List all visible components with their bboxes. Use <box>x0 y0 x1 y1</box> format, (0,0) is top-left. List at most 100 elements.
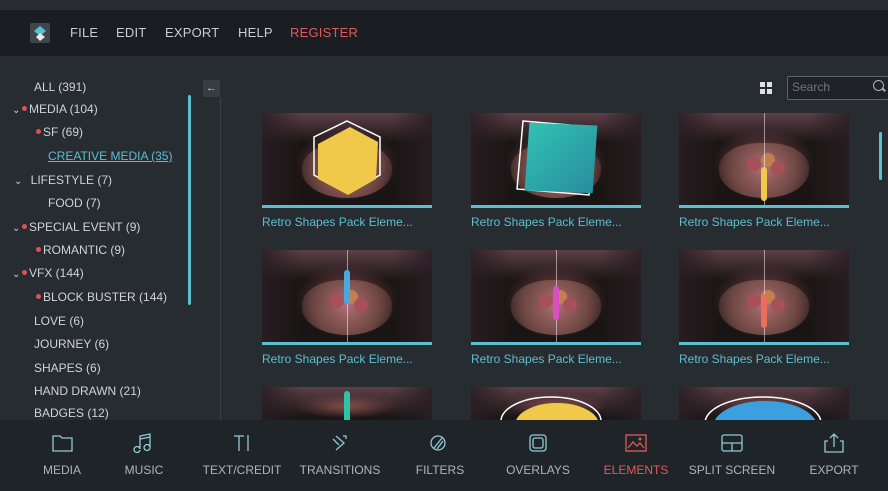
folder-icon <box>52 435 73 452</box>
tool-label: MEDIA <box>42 463 81 477</box>
search-box[interactable]: Search <box>787 76 888 100</box>
element-thumbnail[interactable] <box>262 113 432 205</box>
menu-help[interactable]: HELP <box>238 25 273 40</box>
category-label: SF (69) <box>43 125 84 139</box>
content-scrollbar[interactable] <box>879 132 882 180</box>
menu-edit[interactable]: EDIT <box>116 25 146 40</box>
red-dot-icon <box>22 270 27 276</box>
tool-music[interactable]: MUSIC <box>106 420 182 491</box>
element-thumbnail[interactable] <box>679 387 849 420</box>
category-all[interactable]: ALL (391) <box>34 78 86 96</box>
red-dot-icon <box>36 247 41 253</box>
tile-underline <box>679 205 849 208</box>
category-lifestyle[interactable]: ⌄ LIFESTYLE (7) <box>14 171 112 189</box>
category-label: JOURNEY (6) <box>34 337 110 351</box>
tool-label: OVERLAYS <box>506 463 570 477</box>
arrow-left-icon: ← <box>206 82 217 94</box>
tool-export[interactable]: EXPORT <box>796 420 872 491</box>
red-dot-icon <box>22 106 27 112</box>
category-romantic[interactable]: ROMANTIC (9) <box>36 241 125 259</box>
category-block-buster[interactable]: BLOCK BUSTER (144) <box>36 288 167 306</box>
tool-label: EXPORT <box>809 463 859 477</box>
red-dot-icon <box>36 294 41 300</box>
bottom-toolbar: MEDIA MUSIC TEXT/CREDIT TRANSITIONS FILT… <box>0 420 888 491</box>
category-vfx[interactable]: ⌄ VFX (144) <box>12 264 84 282</box>
chevron-down-icon[interactable]: ⌄ <box>14 173 24 191</box>
tool-elements[interactable]: ELEMENTS <box>594 420 678 491</box>
category-label: HAND DRAWN (21) <box>34 384 141 398</box>
element-thumbnail[interactable] <box>679 113 849 205</box>
tile-underline <box>262 205 432 208</box>
red-dot-icon <box>36 129 41 135</box>
tool-overlays[interactable]: OVERLAYS <box>498 420 578 491</box>
chevron-down-icon[interactable]: ⌄ <box>12 266 22 284</box>
search-icon[interactable] <box>873 80 884 91</box>
search-input[interactable]: Search <box>792 80 830 94</box>
category-badges[interactable]: BADGES (12) <box>34 404 109 420</box>
category-hand-drawn[interactable]: HAND DRAWN (21) <box>34 382 141 400</box>
image-icon <box>625 434 647 452</box>
tile-underline <box>679 342 849 345</box>
category-label: LOVE (6) <box>34 314 85 328</box>
category-special-event[interactable]: ⌄ SPECIAL EVENT (9) <box>12 218 140 236</box>
grid-view-icon[interactable] <box>760 82 772 94</box>
text-cursor-icon <box>234 435 249 451</box>
category-shapes[interactable]: SHAPES (6) <box>34 359 101 377</box>
tool-split-screen[interactable]: SPLIT SCREEN <box>684 420 780 491</box>
tool-label: SPLIT SCREEN <box>688 463 776 477</box>
chevron-down-icon[interactable]: ⌄ <box>12 102 22 120</box>
category-love[interactable]: LOVE (6) <box>34 312 84 330</box>
category-sidebar: ALL (391) ⌄ MEDIA (104) SF (69) CREATIVE … <box>0 56 196 420</box>
category-label: LIFESTYLE (7) <box>30 173 113 187</box>
tool-label: MUSIC <box>124 463 164 477</box>
category-label: ROMANTIC (9) <box>43 243 125 257</box>
category-media[interactable]: ⌄ MEDIA (104) <box>12 100 98 118</box>
element-thumbnail[interactable] <box>471 387 641 420</box>
filter-icon <box>430 435 446 451</box>
category-label: BADGES (12) <box>34 406 109 420</box>
tile-caption: Retro Shapes Pack Eleme... <box>471 215 622 229</box>
menu-register[interactable]: REGISTER <box>290 25 358 40</box>
element-thumbnail[interactable] <box>262 250 432 342</box>
split-screen-icon <box>721 434 743 452</box>
category-creative-media[interactable]: CREATIVE MEDIA (35) <box>48 147 172 165</box>
share-icon <box>824 433 844 453</box>
collapse-sidebar-button[interactable]: ← <box>203 80 220 97</box>
category-journey[interactable]: JOURNEY (6) <box>34 335 109 353</box>
category-food[interactable]: FOOD (7) <box>48 194 101 212</box>
tile-underline <box>471 205 641 208</box>
tile-caption: Retro Shapes Pack Eleme... <box>262 352 413 366</box>
tile-caption: Retro Shapes Pack Eleme... <box>262 215 413 229</box>
overlay-icon <box>529 434 547 452</box>
tool-label: TEXT/CREDIT <box>202 463 282 477</box>
element-thumbnail[interactable] <box>262 387 432 420</box>
element-thumbnail[interactable] <box>471 250 641 342</box>
menu-export[interactable]: EXPORT <box>165 25 219 40</box>
tool-transitions[interactable]: TRANSITIONS <box>292 420 388 491</box>
tool-label: TRANSITIONS <box>299 463 381 477</box>
tile-caption: Retro Shapes Pack Eleme... <box>679 352 830 366</box>
element-thumbnail[interactable] <box>471 113 641 205</box>
category-sf[interactable]: SF (69) <box>36 123 83 141</box>
category-label: ALL (391) <box>34 80 87 94</box>
tile-caption: Retro Shapes Pack Eleme... <box>679 215 830 229</box>
app-window: FILE EDIT EXPORT HELP REGISTER ALL (391)… <box>0 0 888 491</box>
category-label: MEDIA (104) <box>29 102 98 116</box>
sidebar-scrollbar[interactable] <box>188 95 191 305</box>
tile-underline <box>471 342 641 345</box>
tool-label: ELEMENTS <box>603 463 669 477</box>
tile-caption: Retro Shapes Pack Eleme... <box>471 352 622 366</box>
menu-bar: FILE EDIT EXPORT HELP REGISTER <box>0 10 888 56</box>
menu-file[interactable]: FILE <box>70 25 98 40</box>
chevron-down-icon[interactable]: ⌄ <box>12 220 22 238</box>
tool-text-credit[interactable]: TEXT/CREDIT <box>196 420 288 491</box>
category-label: VFX (144) <box>29 266 84 280</box>
app-logo-icon <box>30 23 50 43</box>
category-label: SHAPES (6) <box>34 361 101 375</box>
tool-filters[interactable]: FILTERS <box>402 420 478 491</box>
transition-icon <box>332 435 347 451</box>
category-label: SPECIAL EVENT (9) <box>29 220 141 234</box>
tool-media[interactable]: MEDIA <box>24 420 100 491</box>
music-note-icon <box>133 433 151 454</box>
element-thumbnail[interactable] <box>679 250 849 342</box>
